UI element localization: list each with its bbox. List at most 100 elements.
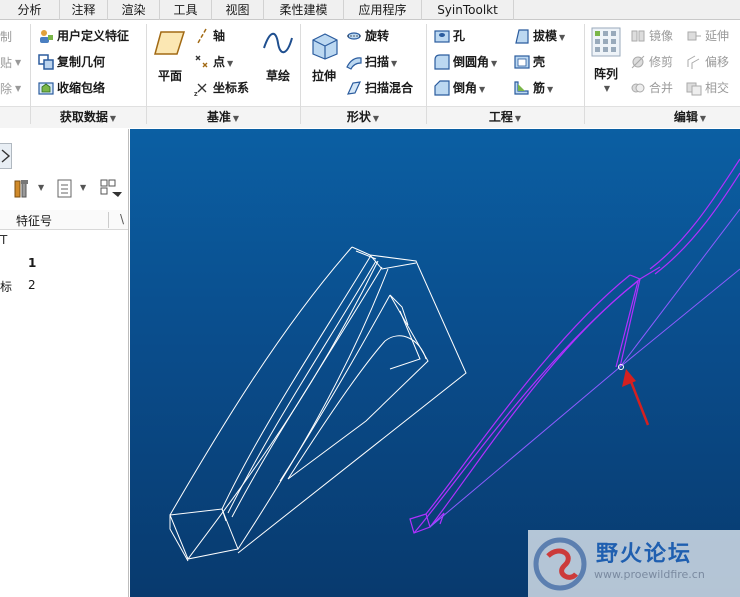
draft-icon — [515, 28, 529, 44]
extend-button[interactable]: 延伸 — [686, 25, 729, 47]
chevron-down-icon[interactable]: ▼ — [38, 183, 44, 192]
tab-annotate[interactable]: 注释 — [60, 0, 108, 20]
mirror-button[interactable]: 镜像 — [630, 25, 673, 47]
sketch-label: 草绘 — [265, 69, 290, 83]
watermark-url: www.proewildfire.cn — [594, 568, 705, 581]
sweep-button[interactable]: 扫描 ▼ — [346, 51, 397, 73]
copy-geometry-label: 复制几何 — [57, 55, 106, 69]
plane-label: 平面 — [157, 69, 182, 83]
point-icon — [195, 55, 208, 67]
chevron-down-icon: ▼ — [109, 114, 117, 123]
rib-button[interactable]: 筋 ▼ — [514, 77, 553, 99]
chamfer-button[interactable]: 倒角 ▼ — [434, 77, 485, 99]
chevron-down-icon[interactable]: ▼ — [80, 183, 86, 192]
clipped-command-2[interactable]: 贴 — [0, 52, 12, 74]
purple-wireframe-part[interactable] — [409, 158, 740, 534]
trim-button[interactable]: 修剪 — [630, 51, 673, 73]
svg-text:Z: Z — [194, 92, 198, 96]
intersect-icon — [686, 82, 702, 95]
group-label-datum[interactable]: 基准 ▼ — [146, 108, 300, 126]
mirror-icon — [631, 30, 645, 41]
column-header-feature-no[interactable]: 特征号 — [16, 212, 52, 229]
group-label-engineering[interactable]: 工程 ▼ — [426, 108, 584, 126]
point-button[interactable]: 点 ▼ — [194, 51, 233, 73]
tab-flexible-modeling[interactable]: 柔性建模 — [264, 0, 344, 20]
chamfer-label: 倒角 — [453, 81, 478, 95]
extrude-button[interactable]: 拉伸 — [304, 26, 344, 84]
chevron-down-icon[interactable]: ▼ — [491, 59, 497, 68]
clipped-dropdown-arrow[interactable]: ▼ — [15, 52, 21, 74]
offset-button[interactable]: 偏移 — [686, 51, 729, 73]
tree-row-feature-no[interactable]: 1 — [28, 256, 36, 270]
clipped-command-1[interactable]: 制 — [0, 26, 12, 48]
tab-tools[interactable]: 工具 — [160, 0, 212, 20]
copy-geometry-button[interactable]: 复制几何 — [38, 51, 105, 73]
tab-render[interactable]: 渲染 — [108, 0, 160, 20]
sketch-button[interactable]: 草绘 — [258, 26, 298, 84]
axis-button[interactable]: 轴 — [194, 25, 225, 47]
chevron-down-icon[interactable]: ▼ — [559, 33, 565, 42]
intersect-button[interactable]: 相交 — [686, 77, 729, 99]
user-defined-feature-button[interactable]: 用户定义特征 — [38, 25, 129, 47]
column-header-clipped[interactable]: \ — [120, 212, 124, 226]
clipped-command-3[interactable]: 除 — [0, 78, 12, 100]
round-button[interactable]: 倒圆角 ▼ — [434, 51, 497, 73]
graphics-window[interactable] — [130, 129, 740, 597]
trim-label: 修剪 — [649, 55, 674, 69]
merge-button[interactable]: 合并 — [630, 77, 673, 99]
group-label-shapes[interactable]: 形状 ▼ — [300, 108, 426, 126]
chevron-down-icon[interactable]: ▼ — [479, 85, 485, 94]
plane-icon — [154, 31, 186, 55]
chevron-down-icon[interactable]: ▼ — [227, 59, 233, 68]
group-label-get-data[interactable]: 获取数据 ▼ — [30, 108, 146, 126]
tab-syintoolkt[interactable]: SyinToolkt — [422, 0, 514, 20]
merge-icon — [631, 83, 645, 92]
chevron-down-icon[interactable]: ▼ — [590, 84, 624, 93]
forum-logo-icon — [533, 537, 587, 591]
model-tree-icon — [1, 149, 11, 163]
visibility-filter-button[interactable] — [100, 179, 124, 202]
group-label-editing[interactable]: 编辑 ▼ — [640, 108, 740, 126]
tree-row-clipped[interactable]: T — [0, 233, 7, 247]
swept-blend-label: 扫描混合 — [365, 81, 414, 95]
shrinkwrap-button[interactable]: 收缩包络 — [38, 77, 105, 99]
hole-button[interactable]: 孔 — [434, 25, 465, 47]
intersect-label: 相交 — [705, 81, 730, 95]
axis-icon — [197, 28, 207, 43]
user-defined-feature-icon — [40, 29, 53, 43]
shell-icon — [514, 54, 530, 69]
round-label: 倒圆角 — [453, 55, 490, 69]
pattern-button[interactable]: 阵列 ▼ — [588, 26, 624, 93]
tab-applications[interactable]: 应用程序 — [344, 0, 422, 20]
merge-label: 合并 — [649, 81, 674, 95]
axis-label: 轴 — [213, 29, 226, 43]
chevron-down-icon: ▼ — [514, 114, 522, 123]
tab-view[interactable]: 视图 — [212, 0, 264, 20]
panel-tab-model-tree[interactable] — [0, 143, 12, 169]
group-separator — [584, 24, 585, 124]
model-wireframe[interactable] — [130, 129, 740, 597]
tree-row-2[interactable]: 标 2 — [0, 278, 36, 295]
tab-analysis[interactable]: 分析 — [0, 0, 60, 20]
swept-blend-icon — [347, 80, 361, 95]
model-tree-header: 特征号 \ — [0, 210, 128, 230]
clipped-dropdown-arrow-2[interactable]: ▼ — [15, 78, 21, 100]
plane-button[interactable]: 平面 — [150, 26, 190, 84]
revolve-button[interactable]: 旋转 — [346, 25, 389, 47]
show-options-button[interactable] — [56, 179, 74, 202]
chevron-down-icon[interactable]: ▼ — [547, 85, 553, 94]
column-divider[interactable] — [108, 212, 109, 228]
shell-button[interactable]: 壳 — [514, 51, 545, 73]
red-arrow-annotation — [622, 369, 650, 426]
copy-geometry-icon — [38, 53, 54, 70]
white-wireframe-part[interactable] — [169, 246, 467, 562]
violet-construction-lines[interactable] — [429, 208, 740, 528]
chevron-down-icon: ▼ — [372, 114, 380, 123]
settings-tools-button[interactable] — [12, 179, 34, 202]
coordinate-system-button[interactable]: Z 坐标系 — [194, 77, 249, 99]
point-label: 点 — [213, 55, 226, 69]
chevron-down-icon[interactable]: ▼ — [391, 59, 397, 68]
swept-blend-button[interactable]: 扫描混合 — [346, 77, 413, 99]
round-icon — [434, 53, 450, 70]
draft-button[interactable]: 拔模 ▼ — [514, 25, 565, 47]
